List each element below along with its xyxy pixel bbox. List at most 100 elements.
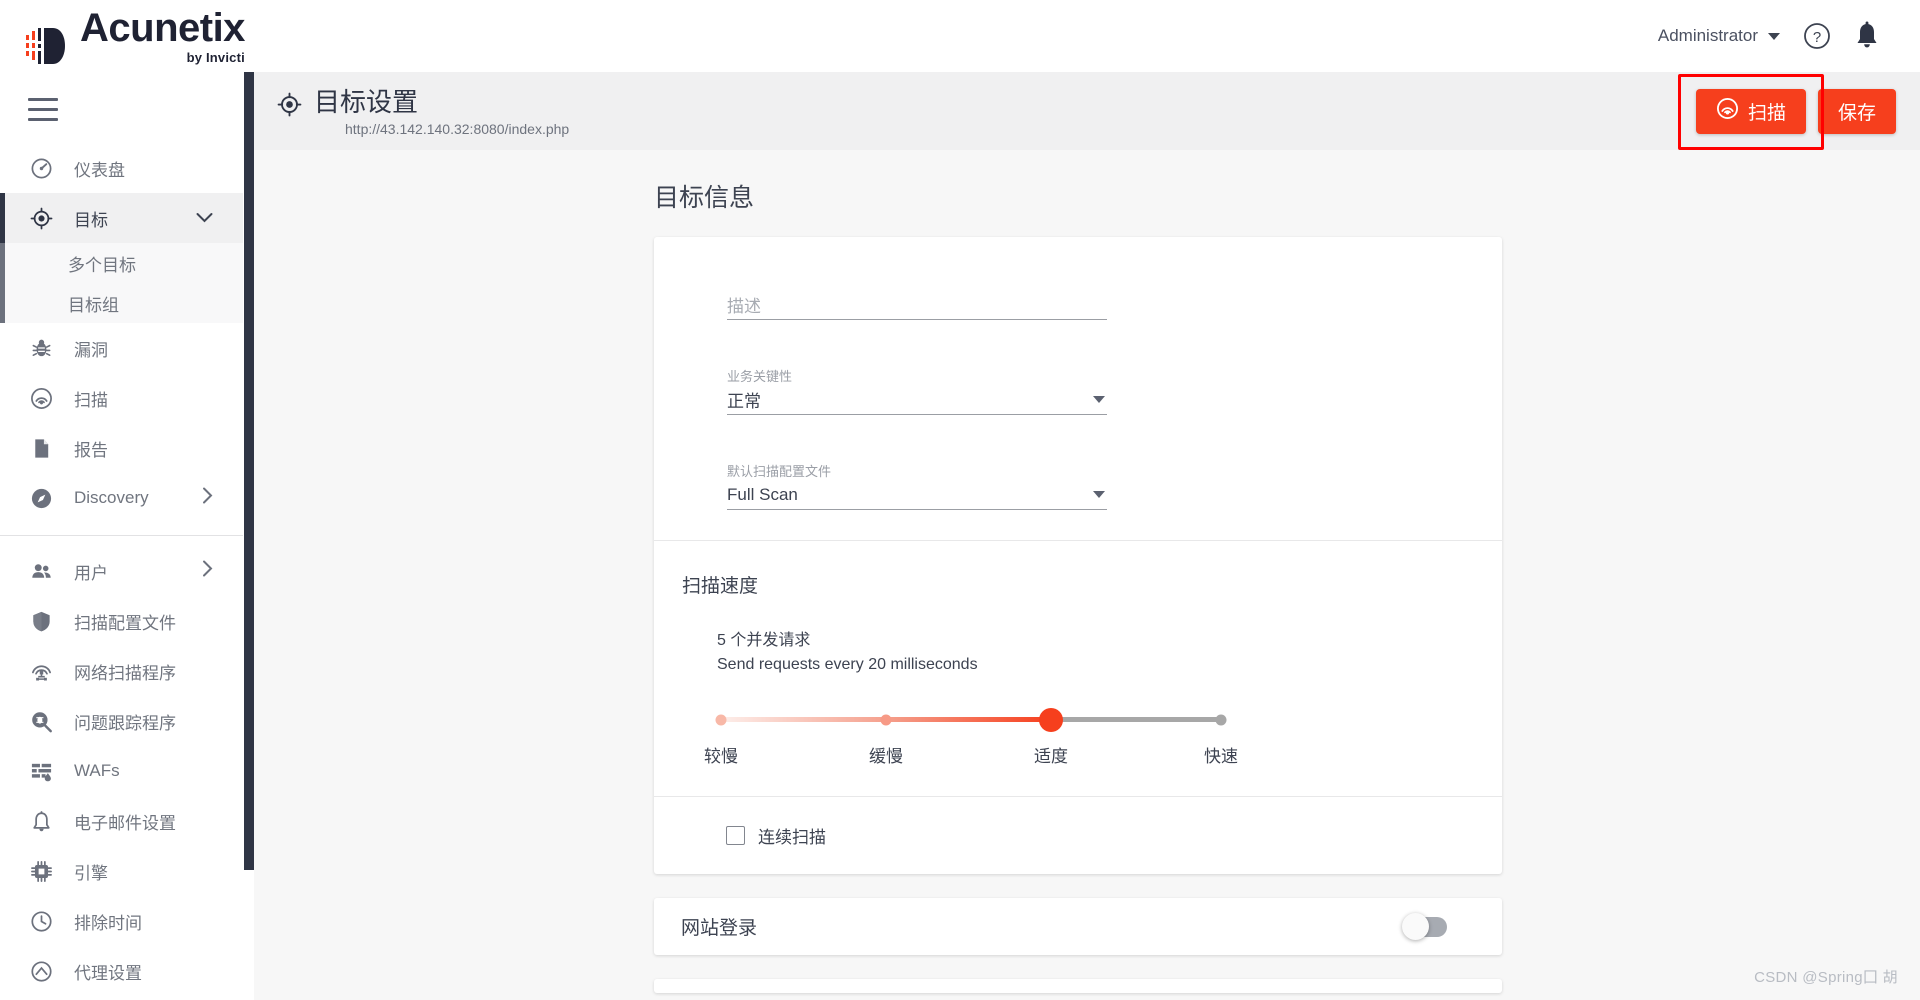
sidebar-subitem-label: 目标组: [68, 295, 119, 315]
next-card-partial: [654, 979, 1502, 993]
site-login-toggle[interactable]: [1402, 912, 1447, 940]
sidebar-item-label: Discovery: [74, 488, 149, 507]
chevron-down-icon: [196, 208, 213, 228]
slider-tick-1[interactable]: [880, 714, 892, 726]
request-interval-text: Send requests every 20 milliseconds: [717, 656, 978, 673]
firewall-icon: [30, 760, 56, 783]
slider-label-3: 快速: [1204, 747, 1238, 766]
slider-label-1: 缓慢: [869, 747, 903, 766]
scan-speed-slider[interactable]: [715, 708, 1227, 732]
description-label: [727, 271, 1107, 287]
top-brand-bar: Acunetix by Invicti Administrator ?: [0, 0, 1920, 72]
save-button[interactable]: 保存: [1818, 88, 1896, 134]
sidebar-item-multiple-targets[interactable]: 多个目标: [0, 243, 243, 283]
sidebar: 仪表盘 目标 多个目标 目标组 漏洞 扫描 报告 Discovery 用户 扫描…: [0, 72, 243, 1000]
save-button-label: 保存: [1837, 102, 1876, 124]
sidebar-item-scans[interactable]: 扫描: [0, 373, 243, 423]
bug-icon: [30, 337, 56, 360]
sidebar-item-excluded-hours[interactable]: 排除时间: [0, 896, 243, 946]
sidebar-divider: [0, 535, 243, 536]
chevron-right-icon: [202, 487, 213, 509]
continuous-scan-label: 连续扫描: [758, 828, 826, 847]
sidebar-item-targets[interactable]: 目标: [0, 193, 243, 243]
continuous-scan-row[interactable]: 连续扫描: [654, 797, 1502, 874]
slider-labels: 较慢 缓慢 适度 快速: [704, 742, 1281, 768]
section-title: 目标信息: [654, 184, 755, 212]
document-icon: [30, 437, 56, 460]
target-crosshair-icon: [277, 92, 302, 122]
scan-radar-icon: [30, 387, 56, 410]
sidebar-item-email-settings[interactable]: 电子邮件设置: [0, 796, 243, 846]
sidebar-item-users[interactable]: 用户: [0, 546, 243, 596]
sidebar-item-discovery[interactable]: Discovery: [0, 473, 243, 523]
description-placeholder: 描述: [727, 297, 761, 316]
compass-icon: [30, 487, 56, 510]
site-login-card: 网站登录: [654, 898, 1502, 955]
sidebar-item-label: 扫描: [74, 390, 108, 410]
sidebar-item-vulnerabilities[interactable]: 漏洞: [0, 323, 243, 373]
page-title: 目标设置: [314, 86, 419, 117]
svg-text:?: ?: [1813, 29, 1821, 46]
sidebar-item-wafs[interactable]: WAFs: [0, 746, 243, 796]
sidebar-item-target-groups[interactable]: 目标组: [0, 283, 243, 323]
slider-track-remaining: [1051, 717, 1221, 722]
target-crosshair-icon: [30, 207, 56, 230]
chevron-down-icon: [1093, 396, 1105, 403]
business-criticality-value: 正常: [727, 392, 761, 411]
business-criticality-field[interactable]: 业务关键性 正常: [727, 366, 1107, 415]
hamburger-menu-icon[interactable]: [0, 72, 243, 143]
brand-subtitle: by Invicti: [186, 49, 245, 65]
sidebar-item-label: 漏洞: [74, 340, 108, 360]
bell-icon[interactable]: [1854, 21, 1880, 51]
default-scan-profile-field[interactable]: 默认扫描配置文件 Full Scan: [727, 461, 1107, 510]
site-login-title: 网站登录: [681, 918, 758, 939]
issue-tracker-icon: [30, 710, 56, 733]
admin-account-menu[interactable]: Administrator: [1658, 26, 1780, 46]
sidebar-item-label: 代理设置: [74, 963, 142, 983]
page-header: 目标设置 http://43.142.140.32:8080/index.php…: [254, 72, 1920, 150]
slider-tick-3[interactable]: [1215, 714, 1227, 726]
default-scan-profile-label: 默认扫描配置文件: [727, 464, 832, 479]
sidebar-item-label: 目标: [74, 210, 108, 230]
sidebar-subitem-label: 多个目标: [68, 255, 136, 275]
sidebar-item-dashboard[interactable]: 仪表盘: [0, 143, 243, 193]
description-field[interactable]: 描述: [727, 271, 1107, 320]
proxy-icon: [30, 960, 56, 983]
sidebar-item-label: 仪表盘: [74, 160, 125, 180]
network-scanner-icon: [30, 660, 56, 683]
slider-label-2: 适度: [1034, 747, 1068, 766]
target-info-card: 描述 业务关键性 正常 默认扫描配置文件 Full Scan 扫描速度 5 个并…: [654, 237, 1502, 874]
clock-icon: [30, 910, 56, 933]
sidebar-submenu-targets: 多个目标 目标组: [0, 243, 243, 323]
scan-speed-heading: 扫描速度: [682, 576, 759, 597]
target-url: http://43.142.140.32:8080/index.php: [345, 120, 570, 137]
shield-icon: [30, 610, 56, 633]
toggle-knob: [1402, 912, 1429, 940]
sidebar-item-label: 问题跟踪程序: [74, 713, 176, 733]
sidebar-item-scan-profiles[interactable]: 扫描配置文件: [0, 596, 243, 646]
sidebar-item-network-scanner[interactable]: 网络扫描程序: [0, 646, 243, 696]
dashboard-gauge-icon: [30, 157, 56, 180]
sidebar-item-reports[interactable]: 报告: [0, 423, 243, 473]
sidebar-scrollbar-thumb[interactable]: [244, 72, 254, 870]
scan-speed-section: 扫描速度 5 个并发请求 Send requests every 20 mill…: [654, 541, 1502, 768]
default-scan-profile-value: Full Scan: [727, 484, 798, 504]
main-content: 目标信息 描述 业务关键性 正常 默认扫描配置文件 Full Scan 扫描速度…: [254, 150, 1920, 1000]
sidebar-item-engines[interactable]: 引擎: [0, 846, 243, 896]
chevron-down-icon: [1093, 491, 1105, 498]
sidebar-item-issue-trackers[interactable]: 问题跟踪程序: [0, 696, 243, 746]
sidebar-item-label: 用户: [74, 563, 108, 583]
brand-name: Acunetix: [80, 5, 245, 50]
continuous-scan-checkbox[interactable]: [726, 826, 745, 845]
sidebar-item-label: 引擎: [74, 863, 108, 883]
slider-tick-0[interactable]: [715, 714, 727, 726]
slider-thumb-selected[interactable]: [1039, 708, 1063, 732]
concurrent-requests-text: 5 个并发请求: [717, 632, 811, 649]
help-circle-icon[interactable]: ?: [1802, 21, 1832, 51]
slider-label-0: 较慢: [704, 747, 738, 766]
scan-button[interactable]: 扫描: [1696, 88, 1806, 134]
brand-logo[interactable]: Acunetix by Invicti: [26, 8, 245, 65]
sidebar-item-proxy-settings[interactable]: 代理设置: [0, 946, 243, 996]
users-icon: [30, 560, 56, 583]
sidebar-item-label: 扫描配置文件: [74, 613, 176, 633]
